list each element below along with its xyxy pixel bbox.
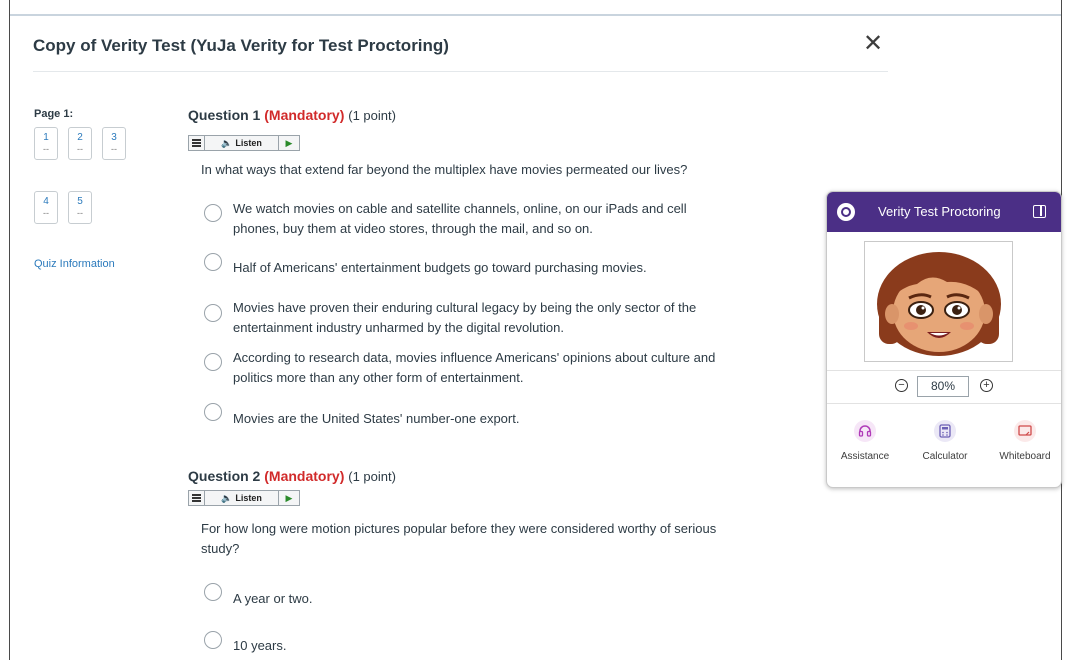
question-1-heading: Question 1 (Mandatory) (1 point) <box>188 107 396 123</box>
q1-option-1-radio[interactable] <box>204 204 222 222</box>
question-nav-number: 2 <box>77 132 83 143</box>
assistance-button[interactable]: Assistance <box>830 420 900 462</box>
question-nav-number: 5 <box>77 196 83 207</box>
calculator-button[interactable]: Calculator <box>910 420 980 462</box>
quiz-information-link[interactable]: Quiz Information <box>34 258 115 270</box>
listen-label: Listen <box>235 493 262 503</box>
proctoring-panel: Verity Test Proctoring − 80% + Assistanc… <box>826 191 1062 488</box>
whiteboard-button[interactable]: Whiteboard <box>990 420 1060 462</box>
q1-option-2-text: Half of Americans' entertainment budgets… <box>233 260 647 275</box>
avatar-face-icon <box>877 252 1001 356</box>
q1-option-4-text: According to research data, movies influ… <box>233 350 716 385</box>
question-2-heading: Question 2 (Mandatory) (1 point) <box>188 468 396 484</box>
headset-icon <box>854 420 876 442</box>
whiteboard-label: Whiteboard <box>999 451 1051 462</box>
question-nav-number: 1 <box>43 132 49 143</box>
question-nav-1[interactable]: 1 -- <box>34 127 58 160</box>
listen-toolbar: 🔈 Listen ▶ <box>188 490 300 506</box>
question-nav-number: 3 <box>111 132 117 143</box>
zoom-out-icon[interactable]: − <box>895 379 908 392</box>
dialog-title: Copy of Verity Test (YuJa Verity for Tes… <box>33 36 449 55</box>
question-nav-number: 4 <box>43 196 49 207</box>
q1-option-2-radio[interactable] <box>204 253 222 271</box>
title-divider <box>33 71 888 72</box>
menu-icon[interactable] <box>189 491 205 505</box>
question-1-text: In what ways that extend far beyond the … <box>201 162 688 177</box>
q2-option-1-radio[interactable] <box>204 583 222 601</box>
verity-logo-icon <box>837 203 855 221</box>
q1-option-4-radio[interactable] <box>204 353 222 371</box>
proctoring-header: Verity Test Proctoring <box>827 192 1061 232</box>
listen-button[interactable]: 🔈 Listen <box>205 491 279 505</box>
listen-button[interactable]: 🔈 Listen <box>205 136 279 150</box>
assistance-label: Assistance <box>840 451 890 462</box>
proctoring-title: Verity Test Proctoring <box>878 204 1001 219</box>
speaker-icon: 🔈 <box>221 137 233 148</box>
calculator-label: Calculator <box>922 451 968 462</box>
question-title: Question 2 <box>188 468 261 484</box>
listen-label: Listen <box>235 138 262 148</box>
question-nav-status: -- <box>77 208 83 218</box>
webcam-preview <box>864 241 1013 362</box>
mandatory-label: (Mandatory) <box>264 468 345 484</box>
q2-option-2-text: 10 years. <box>233 638 287 653</box>
question-nav-status: -- <box>111 144 117 154</box>
play-icon[interactable]: ▶ <box>279 136 299 150</box>
question-nav-3[interactable]: 3 -- <box>102 127 126 160</box>
mandatory-label: (Mandatory) <box>264 107 345 123</box>
points-label: (1 point) <box>348 469 396 484</box>
question-title: Question 1 <box>188 107 261 123</box>
question-nav-5[interactable]: 5 -- <box>68 191 92 224</box>
q2-option-2-radio[interactable] <box>204 631 222 649</box>
question-nav-status: -- <box>43 208 49 218</box>
question-nav-status: -- <box>77 144 83 154</box>
question-2-text: For how long were motion pictures popula… <box>201 521 717 556</box>
zoom-in-icon[interactable]: + <box>980 379 993 392</box>
play-icon[interactable]: ▶ <box>279 491 299 505</box>
points-label: (1 point) <box>348 108 396 123</box>
speaker-icon: 🔈 <box>221 492 233 503</box>
question-nav-status: -- <box>43 144 49 154</box>
page-label: Page 1: <box>34 108 74 120</box>
q2-option-1-text: A year or two. <box>233 591 313 606</box>
minimize-panel-icon[interactable] <box>1033 205 1046 218</box>
calculator-icon <box>934 420 956 442</box>
listen-toolbar: 🔈 Listen ▶ <box>188 135 300 151</box>
zoom-level: 80% <box>917 376 969 397</box>
window-left-border <box>9 0 10 660</box>
close-icon[interactable]: ✕ <box>862 30 884 58</box>
whiteboard-icon <box>1014 420 1036 442</box>
q1-option-5-text: Movies are the United States' number-one… <box>233 411 520 426</box>
q1-option-3-text: Movies have proven their enduring cultur… <box>233 300 697 335</box>
q1-option-3-radio[interactable] <box>204 304 222 322</box>
zoom-controls: − 80% + <box>827 370 1061 404</box>
question-nav-4[interactable]: 4 -- <box>34 191 58 224</box>
question-nav-2[interactable]: 2 -- <box>68 127 92 160</box>
top-divider <box>10 14 1061 16</box>
q1-option-1-text: We watch movies on cable and satellite c… <box>233 201 687 236</box>
menu-icon[interactable] <box>189 136 205 150</box>
q1-option-5-radio[interactable] <box>204 403 222 421</box>
